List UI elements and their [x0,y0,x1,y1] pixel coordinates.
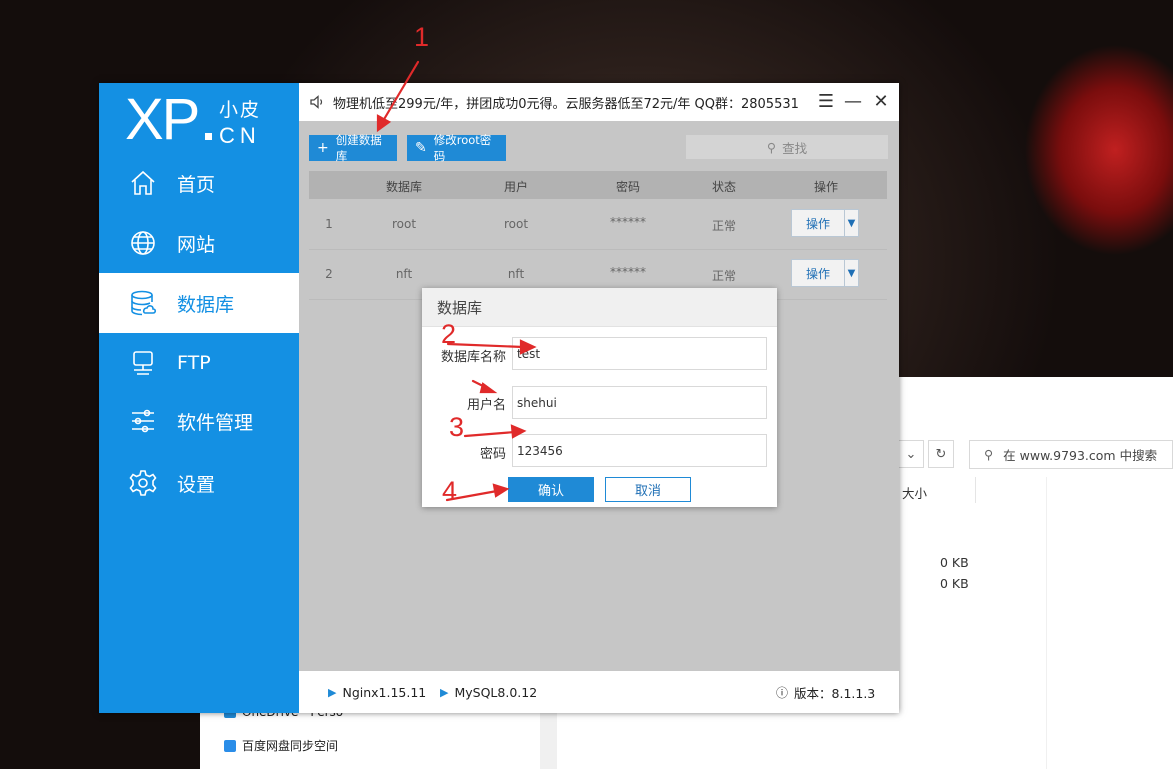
file-size: 0 KB [940,555,969,570]
action-button[interactable]: 操作 [792,210,845,236]
pane-divider [1046,477,1047,769]
annotation-number: 2 [441,319,457,349]
annotation-number: 4 [442,476,458,506]
dialog-title: 数据库 [422,288,777,327]
cell-status: 正常 [711,269,736,283]
column-header-database: 数据库 [385,180,422,194]
cell-database: nft [395,267,413,281]
sidebar-item-ftp[interactable]: FTP [99,333,299,393]
confirm-button[interactable]: 确认 [508,477,594,502]
nginx-status[interactable]: ▶ Nginx1.15.11 [328,671,426,713]
create-database-dialog: 数据库 数据库名称 用户名 密码 确认 取消 [422,288,777,507]
create-database-button[interactable]: + 创建数据库 [309,133,397,163]
action-button[interactable]: 操作 [792,260,845,286]
action-dropdown[interactable]: 操作 ▼ [791,209,859,237]
logo-dot [205,133,212,140]
action-dropdown[interactable]: 操作 ▼ [791,259,859,287]
logo-cn-bottom: CN [219,123,261,148]
column-header-size[interactable]: 大小 [902,483,927,502]
change-root-password-label: 修改root密码 [433,133,492,163]
change-root-password-button[interactable]: ✎ 修改root密码 [407,133,506,163]
version-label: 版本：8.1.1.3 [794,685,876,701]
close-button[interactable]: ✕ [871,91,891,112]
column-header-status: 状态 [711,180,736,194]
db-name-input[interactable] [512,337,767,370]
sidebar-item-baidu-sync[interactable]: 百度网盘同步空间 [224,737,338,754]
table-row: 1 root root ****** 正常 操作 ▼ [309,200,887,250]
cancel-button[interactable]: 取消 [605,477,691,502]
menu-icon[interactable]: ☰ [816,91,836,112]
sidebar-item-label: 设置 [177,473,216,496]
logo-xp: XP [125,87,200,152]
password-input[interactable] [512,434,767,467]
refresh-icon[interactable]: ↻ [928,440,954,468]
caret-down-icon[interactable]: ▼ [845,260,858,286]
annotation-number: 1 [414,22,430,52]
announcement-text[interactable]: 物理机低至299元/年，拼团成功0元得。云服务器低至72元/年 QQ群：2805… [333,93,799,112]
db-name-label: 数据库名称 [440,350,506,365]
sliders-icon [129,407,157,435]
explorer-search-input[interactable]: ⚲ 在 www.9793.com 中搜索 [969,440,1173,469]
sidebar-item-label: FTP [177,352,211,374]
nginx-label: Nginx1.15.11 [342,684,427,700]
username-input[interactable] [512,386,767,419]
version-info: ⓘ 版本：8.1.1.3 [776,671,875,713]
cell-user: nft [507,267,525,281]
logo: XP 小皮 CN [125,89,285,151]
sidebar-item-label: 数据库 [177,293,235,316]
plus-icon: + [317,140,329,156]
database-icon [129,289,157,317]
minimize-button[interactable]: — [843,91,863,112]
table-header: 数据库 用户 密码 状态 操作 [309,171,887,199]
pencil-icon: ✎ [415,140,427,156]
status-bar: ▶ Nginx1.15.11 ▶ MySQL8.0.12 ⓘ 版本：8.1.1.… [299,671,899,713]
cell-database: root [391,217,417,231]
logo-cn-top: 小皮 [219,99,262,121]
mysql-label: MySQL8.0.12 [454,684,538,700]
home-icon [129,169,157,197]
create-database-label: 创建数据库 [335,133,382,163]
sidebar-item-website[interactable]: 网站 [99,213,299,273]
search-icon: ⚲ [984,447,994,462]
sidebar-item-label: 百度网盘同步空间 [242,739,339,753]
sidebar-item-label: 软件管理 [177,411,254,434]
top-bar: 物理机低至299元/年，拼团成功0元得。云服务器低至72元/年 QQ群：2805… [299,83,899,121]
baidu-netdisk-icon [224,739,236,752]
chevron-down-icon[interactable]: ⌄ [898,440,924,468]
cell-password: ****** [610,215,646,229]
mysql-status[interactable]: ▶ MySQL8.0.12 [440,671,537,713]
file-size: 0 KB [940,576,969,591]
password-label: 密码 [479,447,506,462]
row-index: 2 [325,267,333,281]
search-icon: ⚲ [766,139,777,155]
username-label: 用户名 [466,398,506,413]
row-index: 1 [325,217,333,231]
annotation-number: 3 [449,412,465,442]
play-icon: ▶ [328,685,337,699]
cell-user: root [503,217,529,231]
column-header-password: 密码 [615,180,640,194]
column-header-action: 操作 [813,180,838,194]
gear-icon [129,469,157,497]
search-input[interactable]: ⚲ 查找 [686,135,888,159]
column-header-user: 用户 [503,180,528,194]
sidebar-item-label: 网站 [177,233,216,256]
sidebar-item-label: 首页 [177,173,216,196]
sidebar-item-software[interactable]: 软件管理 [99,391,299,451]
server-icon [129,349,157,377]
caret-down-icon[interactable]: ▼ [845,210,858,236]
sidebar: XP 小皮 CN 首页 网站 数据库 FTP 软件管理 设置 [99,83,299,713]
sidebar-item-database[interactable]: 数据库 [99,273,299,333]
info-icon: ⓘ [776,685,789,700]
search-placeholder: 查找 [782,140,808,156]
cell-password: ****** [610,265,646,279]
cell-status: 正常 [711,219,736,233]
speaker-icon [309,94,325,110]
sidebar-item-home[interactable]: 首页 [99,153,299,213]
globe-icon [129,229,157,257]
play-icon: ▶ [440,685,449,699]
column-divider [975,477,976,503]
sidebar-item-settings[interactable]: 设置 [99,453,299,513]
explorer-search-placeholder: 在 www.9793.com 中搜索 [1003,448,1158,463]
